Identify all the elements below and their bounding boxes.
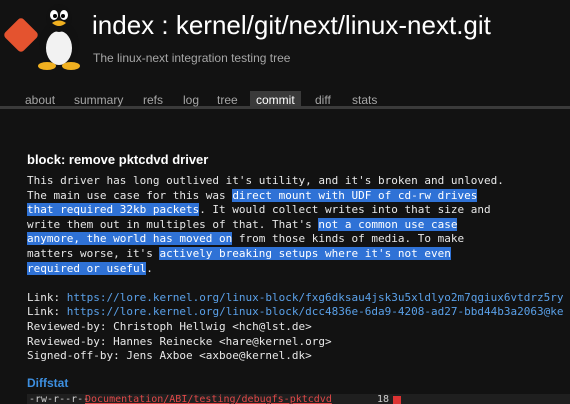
selected-text: direct mount with UDF of cd-rw drives — [232, 188, 478, 202]
tab-refs[interactable]: refs — [137, 91, 169, 109]
message-text: matters worse, it's — [27, 246, 160, 260]
diff-line-count: 18 — [377, 394, 390, 404]
message-text: Reviewed-by: Christoph Hellwig <hch@lst.… — [27, 319, 312, 333]
commit-subject: block: remove pktcdvd driver — [27, 152, 209, 167]
diffstat-row: -rw-r--r-- Documentation/ABI/testing/deb… — [27, 394, 570, 404]
tab-bar: about summary refs log tree commit diff … — [0, 91, 570, 109]
commit-message: This driver has long outlived it's utili… — [27, 174, 570, 364]
tab-commit[interactable]: commit — [250, 91, 301, 109]
page-title: index : kernel/git/next/linux-next.git — [92, 10, 491, 40]
message-text: This driver has long outlived it's utili… — [27, 174, 504, 187]
message-text: Signed-off-by: Jens Axboe <axboe@kernel.… — [27, 349, 312, 363]
selected-text: actively breaking setups where it's not … — [159, 246, 451, 260]
message-text: The main use case for this was — [27, 188, 233, 202]
tab-diff[interactable]: diff — [309, 91, 337, 109]
diff-file-mode: -rw-r--r-- — [29, 394, 90, 404]
commit-link[interactable]: https://lore.kernel.org/linux-block/dcc4… — [67, 305, 564, 318]
tab-summary[interactable]: summary — [68, 91, 129, 109]
message-text: . It would collect writes into that size… — [199, 203, 491, 217]
tux-penguin-icon — [38, 4, 80, 70]
message-text: Link: — [27, 290, 67, 304]
header: index : kernel/git/next/linux-next.git T… — [0, 0, 570, 78]
tab-tree[interactable]: tree — [211, 91, 244, 109]
message-text: write them out in multiples of that. Tha… — [27, 217, 319, 231]
selected-text: anymore, the world has moved on — [27, 232, 233, 246]
diff-file-link[interactable]: Documentation/ABI/testing/debugfs-pktcdv… — [85, 394, 332, 404]
commit-link[interactable]: https://lore.kernel.org/linux-block/fxg6… — [67, 291, 564, 304]
selected-text: that required 32kb packets — [27, 203, 200, 217]
message-text: from those kinds of media. To make — [232, 232, 465, 246]
tab-about[interactable]: about — [19, 91, 61, 109]
page-subtitle: The linux-next integration testing tree — [93, 51, 291, 65]
diff-change-bar — [393, 396, 401, 404]
tab-stats[interactable]: stats — [346, 91, 383, 109]
selected-text: not a common use case — [318, 217, 458, 231]
message-text: Reviewed-by: Hannes Reinecke <hare@kerne… — [27, 334, 332, 348]
tab-log[interactable]: log — [177, 91, 205, 109]
diffstat-heading: Diffstat — [27, 376, 69, 390]
selected-text: required or useful — [27, 261, 147, 275]
message-text: Link: — [27, 305, 67, 319]
message-text: . — [146, 261, 153, 275]
